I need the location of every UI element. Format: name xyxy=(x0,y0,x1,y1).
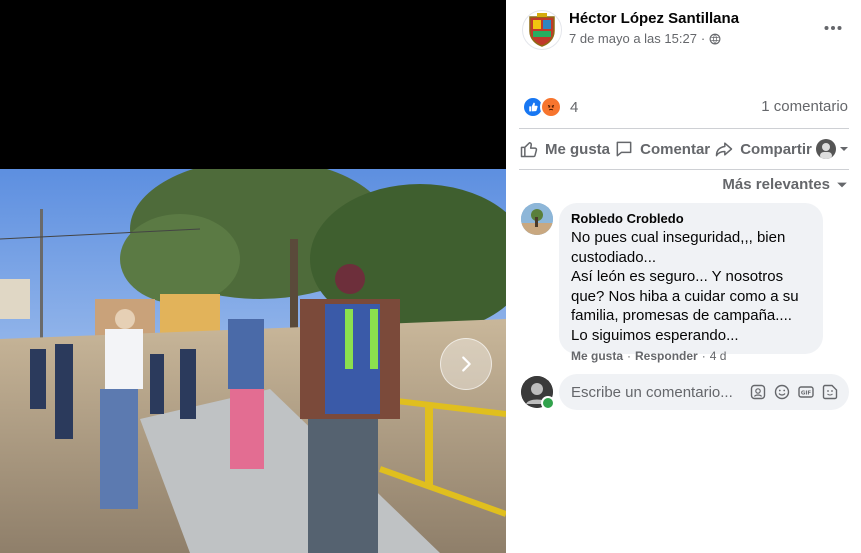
reaction-summary[interactable]: 4 xyxy=(522,96,578,118)
comment-sort-dropdown[interactable]: Más relevantes xyxy=(722,176,848,193)
comment-bubble: Robledo Crobledo No pues cual insegurida… xyxy=(559,203,823,354)
comment-text: No pues cual inseguridad,,, bien custodi… xyxy=(571,229,799,344)
comment-like-link[interactable]: Me gusta xyxy=(571,349,623,363)
post-panel: Héctor López Santillana 7 de mayo a las … xyxy=(506,0,861,553)
comment-reply-link[interactable]: Responder xyxy=(635,349,698,363)
page-avatar[interactable] xyxy=(522,10,562,50)
comment-label: Comentar xyxy=(640,140,711,158)
comment-author[interactable]: Robledo Crobledo xyxy=(571,211,811,226)
caret-down-icon xyxy=(837,182,847,187)
share-label: Compartir xyxy=(740,140,812,158)
emoji-icon[interactable] xyxy=(773,383,791,401)
user-avatar xyxy=(816,139,836,159)
online-status-dot xyxy=(541,396,555,410)
reaction-count: 4 xyxy=(570,98,579,116)
post-photo[interactable] xyxy=(0,169,506,553)
photo-scene xyxy=(0,169,506,553)
post-author[interactable]: Héctor López Santillana xyxy=(569,10,739,27)
share-arrow-icon xyxy=(715,142,733,157)
share-as-selector[interactable] xyxy=(816,139,849,159)
comment-button[interactable]: Comentar xyxy=(614,139,710,159)
more-options-button[interactable] xyxy=(820,15,846,41)
composer-tools: GIF xyxy=(749,383,839,401)
avatar-sticker-icon[interactable] xyxy=(749,383,767,401)
sticker-icon[interactable] xyxy=(821,383,839,401)
sort-label: Más relevantes xyxy=(722,176,830,193)
share-button[interactable]: Compartir xyxy=(714,139,812,159)
post-date[interactable]: 7 de mayo a las 15:27 xyxy=(569,31,697,46)
comment-count[interactable]: 1 comentario xyxy=(761,98,848,115)
like-label: Me gusta xyxy=(545,140,611,158)
action-bar: Me gusta Comentar Compartir xyxy=(519,132,849,166)
comment-input[interactable] xyxy=(571,383,749,401)
coat-of-arms-icon xyxy=(529,13,555,47)
next-photo-button[interactable] xyxy=(440,338,492,390)
comment-actions: Me gusta · Responder · 4 d xyxy=(571,349,727,363)
photo-viewer xyxy=(0,0,506,553)
like-button[interactable]: Me gusta xyxy=(519,139,610,159)
chevron-right-icon xyxy=(462,356,471,372)
post-meta: 7 de mayo a las 15:27 · xyxy=(569,31,721,46)
current-user-avatar[interactable] xyxy=(521,376,555,410)
globe-icon xyxy=(709,33,721,44)
thumbs-up-icon xyxy=(520,142,538,158)
angry-icon xyxy=(540,96,562,118)
ellipsis-icon xyxy=(824,26,842,30)
speech-bubble-icon xyxy=(616,141,632,157)
caret-down-icon xyxy=(840,147,848,151)
comment-composer: GIF xyxy=(559,374,849,410)
commenter-avatar[interactable] xyxy=(521,203,553,235)
gif-icon[interactable]: GIF xyxy=(797,383,815,401)
divider xyxy=(519,128,849,129)
svg-text:GIF: GIF xyxy=(801,391,812,397)
divider xyxy=(519,169,849,170)
comment-time[interactable]: 4 d xyxy=(710,349,727,363)
